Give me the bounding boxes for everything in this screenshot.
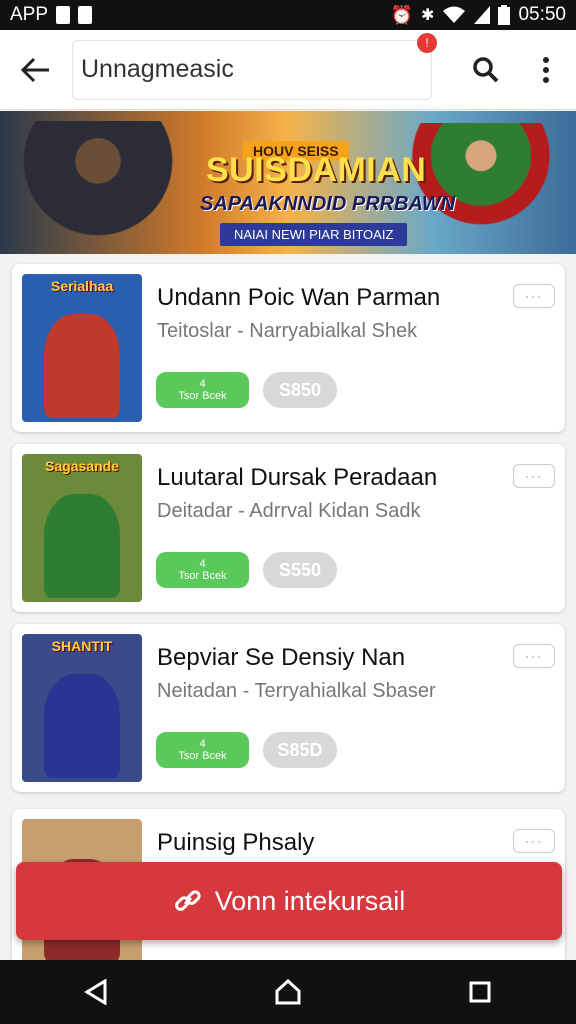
banner-subtitle: SAPAAKNNDID PRRBAWN <box>200 193 456 215</box>
install-button-bottom: Tsor Bcek <box>178 390 227 402</box>
game-title: Puinsig Phsaly <box>157 829 315 856</box>
promo-banner[interactable]: HOUV SEISS SUISDAMIAN SAPAAKNNDID PRRBAW… <box>0 111 576 254</box>
game-card[interactable]: Serialhaa Undann Poic Wan Parman Teitosl… <box>12 264 565 432</box>
install-button[interactable]: 4 Tsor Bcek <box>156 372 249 408</box>
more-horiz-icon: ··· <box>525 649 543 663</box>
more-horiz-icon: ··· <box>525 834 543 848</box>
install-button-bottom: Tsor Bcek <box>178 750 227 762</box>
link-icon <box>174 890 201 911</box>
game-subtitle: Teitoslar - Narryabialkal Shek <box>157 320 418 342</box>
alarm-icon: ⏰ <box>390 4 414 25</box>
notification-badge: ! <box>417 32 437 53</box>
wifi-icon <box>443 6 466 23</box>
install-button-top: 4 <box>199 378 206 390</box>
thumbnail-label: Serialhaa <box>50 278 114 294</box>
install-button-bottom: Tsor Bcek <box>178 570 227 582</box>
back-button[interactable] <box>0 30 72 110</box>
game-title: Undann Poic Wan Parman <box>157 284 441 311</box>
card-more-button[interactable]: ··· <box>513 644 555 668</box>
more-vert-icon <box>543 56 549 83</box>
nav-recents-button[interactable] <box>460 972 500 1012</box>
arrow-left-icon <box>21 57 49 82</box>
thumbnail-figure <box>44 674 120 778</box>
primary-action-label: Vonn intekursail <box>214 885 406 916</box>
price-button[interactable]: S85D <box>263 732 337 768</box>
banner-hero-left <box>18 121 178 254</box>
more-horiz-icon: ··· <box>525 469 543 483</box>
game-thumbnail: Sagasande <box>22 454 142 602</box>
bluetooth-icon: ✱ <box>421 7 435 24</box>
signal-icon <box>474 6 491 24</box>
game-subtitle: Deitadar - Adrrval Kidan Sadk <box>157 500 421 522</box>
status-app-label: APP <box>10 4 49 25</box>
game-card[interactable]: Sagasande Luutaral Dursak Peradaan Deita… <box>12 444 565 612</box>
card-more-button[interactable]: ··· <box>513 464 555 488</box>
image-icon <box>78 6 93 24</box>
install-button-top: 4 <box>199 738 206 750</box>
game-thumbnail: SHANTIT <box>22 634 142 782</box>
more-horiz-icon: ··· <box>525 289 543 303</box>
game-card[interactable]: SHANTIT Bepviar Se Densiy Nan Neitadan -… <box>12 624 565 792</box>
notification-icon <box>56 6 71 24</box>
recents-icon <box>469 981 491 1003</box>
price-button[interactable]: S550 <box>263 552 337 588</box>
price-button[interactable]: S850 <box>263 372 337 408</box>
search-input-value: Unnagmeasic <box>81 55 234 83</box>
card-more-button[interactable]: ··· <box>513 284 555 308</box>
status-time: 05:50 <box>518 4 566 25</box>
install-button-top: 4 <box>199 558 206 570</box>
install-button[interactable]: 4 Tsor Bcek <box>156 552 249 588</box>
install-button[interactable]: 4 Tsor Bcek <box>156 732 249 768</box>
game-title: Luutaral Dursak Peradaan <box>157 464 438 491</box>
system-nav-bar <box>0 960 576 1024</box>
top-toolbar: Unnagmeasic ! <box>0 30 576 110</box>
game-title: Bepviar Se Densiy Nan <box>157 644 406 671</box>
triangle-back-icon <box>84 979 107 1005</box>
card-more-button[interactable]: ··· <box>513 829 555 853</box>
thumbnail-label: SHANTIT <box>51 638 113 654</box>
search-icon <box>473 56 499 82</box>
thumbnail-figure <box>44 314 120 418</box>
game-thumbnail: Serialhaa <box>22 274 142 422</box>
banner-pill: NAIAI NEWI PIAR BITOAIZ <box>220 223 408 246</box>
battery-icon <box>498 5 511 25</box>
game-subtitle: Neitadan - Terryahialkal Sbaser <box>157 680 436 702</box>
status-bar: APP ⏰ ✱ 05:50 <box>0 0 576 30</box>
banner-title: SUISDAMIAN <box>206 151 427 189</box>
home-icon <box>275 979 301 1005</box>
nav-back-button[interactable] <box>76 972 116 1012</box>
thumbnail-label: Sagasande <box>45 458 119 474</box>
nav-home-button[interactable] <box>268 972 308 1012</box>
search-button[interactable] <box>456 30 516 110</box>
banner-hero-right <box>406 123 556 254</box>
thumbnail-figure <box>44 494 120 598</box>
search-input[interactable]: Unnagmeasic ! <box>72 32 437 100</box>
more-options-button[interactable] <box>516 30 576 110</box>
primary-action-button[interactable]: Vonn intekursail <box>16 862 562 940</box>
